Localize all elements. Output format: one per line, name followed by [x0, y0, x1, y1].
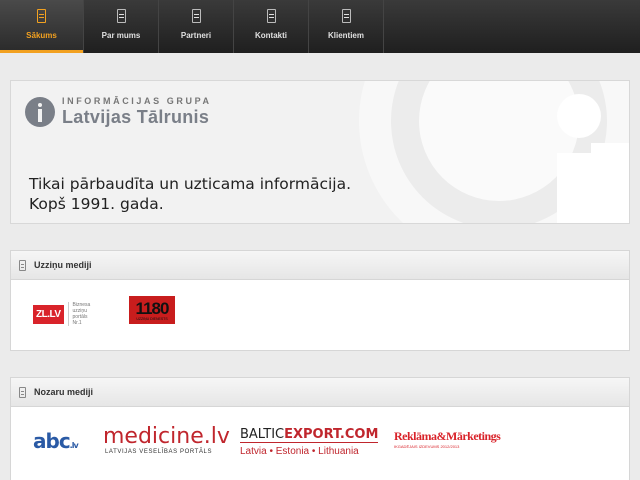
medicine-lv-logo[interactable]: medicine.lv LATVIJAS VESELĪBAS PORTĀLS — [103, 424, 230, 456]
1180-logo[interactable]: 1180 UZZIŅU DIENESTS — [129, 296, 175, 324]
nav-item-sakums[interactable]: Sākums — [0, 0, 84, 53]
reklama-marketings-logo[interactable]: Reklāma&Mārketings IKGADĒJAIS IZDEVUMS 2… — [394, 429, 501, 449]
1180-subtitle: UZZIŅU DIENESTS — [136, 316, 168, 321]
reklama-subtitle: IKGADĒJAIS IZDEVUMS 2012/2013 — [394, 444, 460, 449]
nav-label: Par mums — [101, 31, 141, 40]
panel-uzzinu-mediji: Uzziņu mediji ZL.LV Biznesa uzziņu portā… — [10, 250, 630, 351]
top-navigation: Sākums Par mums Partneri Kontakti Klient… — [0, 0, 640, 53]
banner-graphic — [329, 81, 629, 223]
abc-lv-logo[interactable]: abc.lv — [33, 429, 79, 453]
zl-lv-logo[interactable]: ZL.LV Biznesa uzziņu portāls Nr.1 — [33, 302, 90, 326]
zl-logo-mark: ZL.LV — [33, 304, 64, 324]
slogan-line-2: Kopš 1991. gada. — [29, 195, 164, 213]
hero-banner: INFORMĀCIJAS GRUPA Latvijas Tālrunis Tik… — [10, 80, 630, 224]
page-icon — [116, 9, 126, 23]
panel-nozaru-mediji: Nozaru mediji abc.lv medicine.lv LATVIJA… — [10, 377, 630, 480]
page-icon — [266, 9, 276, 23]
nav-label: Partneri — [180, 31, 212, 40]
logo-title: Latvijas Tālrunis — [62, 107, 210, 127]
page-icon — [37, 9, 46, 23]
medicine-title: medicine.lv — [103, 424, 230, 449]
page-icon — [191, 9, 201, 23]
1180-number: 1180 — [135, 298, 170, 318]
logo-subtitle: INFORMĀCIJAS GRUPA — [62, 96, 212, 106]
balticexport-subtitle: Latvia • Estonia • Lithuania — [240, 446, 359, 457]
balticexport-title: BALTICEXPORT.COM — [240, 427, 379, 443]
panel-title: Nozaru mediji — [34, 387, 94, 397]
nav-label: Klientiem — [327, 31, 364, 40]
panel-title: Uzziņu mediji — [34, 260, 92, 270]
nav-item-kontakti[interactable]: Kontakti — [234, 0, 309, 53]
company-logo[interactable]: INFORMĀCIJAS GRUPA Latvijas Tālrunis — [25, 96, 212, 127]
nav-item-klientiem[interactable]: Klientiem — [309, 0, 384, 53]
nav-label: Sākums — [26, 31, 57, 40]
page-icon — [19, 259, 26, 271]
page-icon — [341, 9, 351, 23]
nav-item-par-mums[interactable]: Par mums — [84, 0, 159, 53]
medicine-subtitle: LATVIJAS VESELĪBAS PORTĀLS — [105, 449, 213, 455]
slogan-line-1: Tikai pārbaudīta un uzticama informācija… — [29, 175, 352, 193]
zl-tagline: Biznesa uzziņu portāls Nr.1 — [72, 302, 91, 326]
reklama-title: Reklāma&Mārketings — [394, 429, 501, 443]
nav-label: Kontakti — [255, 31, 287, 40]
panel-header: Uzziņu mediji — [11, 251, 629, 280]
nav-item-partneri[interactable]: Partneri — [159, 0, 234, 53]
divider — [67, 302, 69, 326]
balticexport-logo[interactable]: BALTICEXPORT.COM Latvia • Estonia • Lith… — [240, 427, 379, 457]
info-logo-icon — [25, 96, 55, 127]
slogan: Tikai pārbaudīta un uzticama informācija… — [29, 174, 351, 214]
page-icon — [19, 386, 26, 398]
panel-header: Nozaru mediji — [11, 378, 629, 407]
